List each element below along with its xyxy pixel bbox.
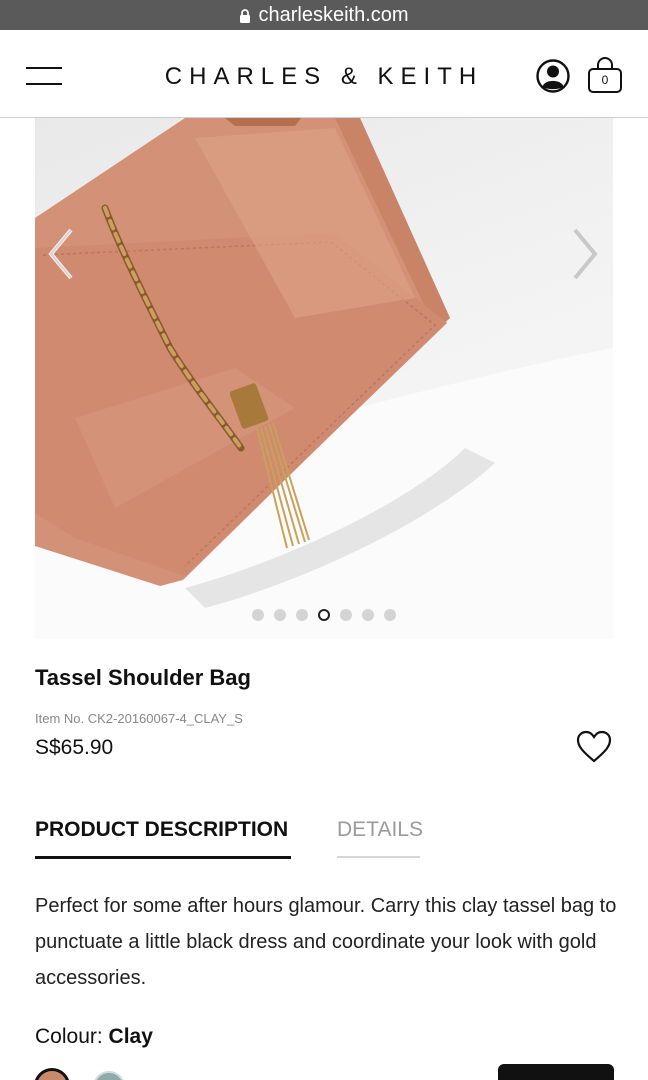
next-image-arrow-icon[interactable] <box>567 226 603 282</box>
carousel-dot[interactable] <box>318 609 330 621</box>
carousel-dot[interactable] <box>384 609 396 621</box>
product-description-text: Perfect for some after hours glamour. Ca… <box>35 895 617 989</box>
product-price: S$65.90 <box>35 736 114 759</box>
colour-swatch-clay[interactable] <box>34 1068 70 1080</box>
carousel-dot[interactable] <box>296 609 308 621</box>
wishlist-heart-icon[interactable] <box>576 730 612 764</box>
cart-count: 0 <box>601 73 609 87</box>
colour-label: Colour: <box>35 1025 103 1048</box>
carousel-indicators <box>35 609 613 621</box>
account-icon[interactable] <box>535 58 571 94</box>
site-header: CHARLES & KEITH 0 <box>0 30 648 118</box>
item-number: Item No. CK2-20160067-4_CLAY_S <box>35 711 243 726</box>
browser-url-bar[interactable]: charleskeith.com <box>0 0 648 30</box>
carousel-dot[interactable] <box>362 609 374 621</box>
carousel-dot[interactable] <box>252 609 264 621</box>
add-to-bag-button[interactable] <box>498 1064 614 1080</box>
menu-icon[interactable] <box>26 65 62 85</box>
cart-button[interactable]: 0 <box>586 56 624 96</box>
tab-product-description[interactable]: PRODUCT DESCRIPTION <box>35 818 291 859</box>
lock-icon <box>240 9 251 23</box>
previous-image-arrow-icon[interactable] <box>43 226 79 282</box>
product-image-carousel[interactable] <box>35 118 613 639</box>
carousel-dot[interactable] <box>274 609 286 621</box>
product-title: Tassel Shoulder Bag <box>35 665 251 690</box>
product-photo <box>35 118 613 639</box>
brand-logo[interactable]: CHARLES & KEITH <box>120 63 528 91</box>
carousel-dot[interactable] <box>340 609 352 621</box>
tab-details[interactable]: DETAILS <box>337 818 423 858</box>
colour-swatch-sage[interactable] <box>93 1071 125 1080</box>
browser-url: charleskeith.com <box>258 3 409 26</box>
selected-colour-value: Clay <box>108 1025 153 1048</box>
colour-selector-label: Colour: Clay <box>35 1025 153 1049</box>
